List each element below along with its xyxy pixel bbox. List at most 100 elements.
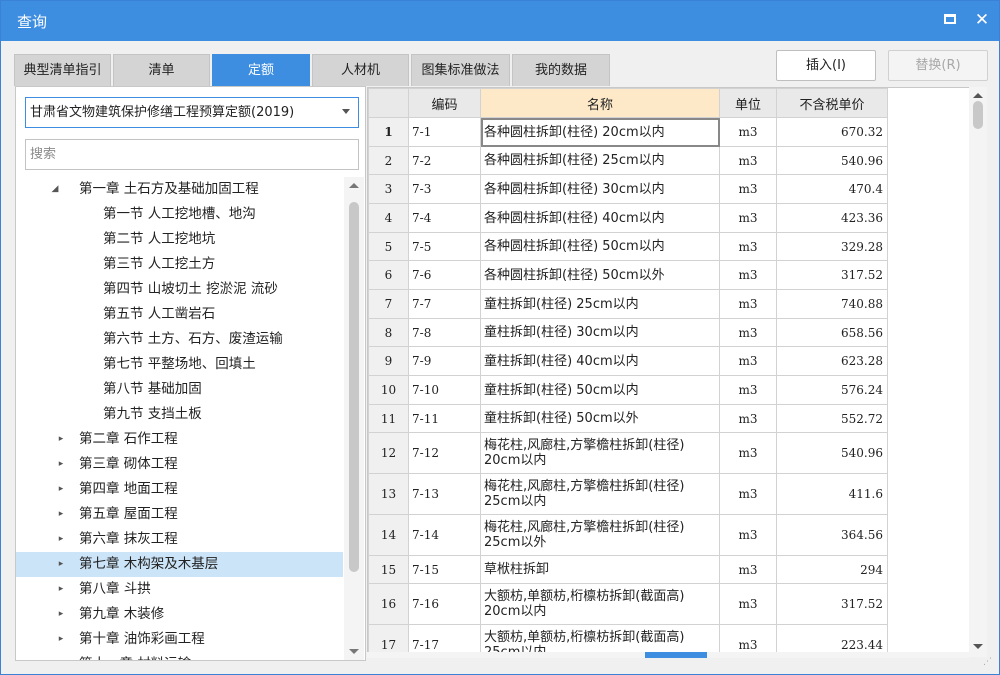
tree-node-section[interactable]: 第四节 山坡切土 挖淤泥 流砂 xyxy=(16,277,343,302)
scroll-down-icon[interactable] xyxy=(349,649,359,654)
name-cell[interactable]: 童柱拆卸(柱径) 40cm以内 xyxy=(480,346,720,376)
price-cell[interactable]: 411.6 xyxy=(776,473,888,515)
unit-cell[interactable]: m3 xyxy=(719,432,777,474)
price-column-header[interactable]: 不含税单价 xyxy=(776,88,888,118)
name-cell[interactable]: 梅花柱,风廊柱,方擎檐柱拆卸(柱径) 25cm以内 xyxy=(480,473,720,515)
tree-node-chapter-5[interactable]: ▸ 第五章 屋面工程 xyxy=(16,502,343,527)
unit-cell[interactable]: m3 xyxy=(719,555,777,584)
code-cell[interactable]: 7-5 xyxy=(408,232,481,261)
price-cell[interactable]: 329.28 xyxy=(776,232,888,261)
collapse-arrow-icon[interactable]: ◢ xyxy=(50,177,60,202)
insert-button[interactable]: 插入(I) xyxy=(776,50,876,81)
table-row[interactable]: 7 7-7 童柱拆卸(柱径) 25cm以内 m3 740.88 xyxy=(368,289,888,319)
name-cell[interactable]: 各种圆柱拆卸(柱径) 25cm以内 xyxy=(480,146,720,175)
scrollbar-thumb[interactable] xyxy=(973,101,983,129)
code-cell[interactable]: 7-2 xyxy=(408,146,481,175)
expand-arrow-icon[interactable]: ▸ xyxy=(56,627,66,652)
price-cell[interactable]: 294 xyxy=(776,555,888,584)
unit-cell[interactable]: m3 xyxy=(719,232,777,261)
replace-button[interactable]: 替换(R) xyxy=(888,50,988,81)
tree-node-chapter-3[interactable]: ▸ 第三章 砌体工程 xyxy=(16,452,343,477)
unit-cell[interactable]: m3 xyxy=(719,514,777,556)
expand-arrow-icon[interactable]: ▸ xyxy=(56,527,66,552)
unit-cell[interactable]: m3 xyxy=(719,260,777,290)
name-cell[interactable]: 梅花柱,风廊柱,方擎檐柱拆卸(柱径) 25cm以外 xyxy=(480,514,720,556)
code-cell[interactable]: 7-11 xyxy=(408,404,481,433)
code-column-header[interactable]: 编码 xyxy=(408,88,481,118)
tree-node-chapter-11[interactable]: ▸第十一章 材料运输 xyxy=(16,652,343,660)
price-cell[interactable]: 670.32 xyxy=(776,117,888,147)
price-cell[interactable]: 740.88 xyxy=(776,289,888,319)
tab-labor-material-machine[interactable]: 人材机 xyxy=(312,54,409,86)
name-cell[interactable]: 童柱拆卸(柱径) 50cm以内 xyxy=(480,375,720,405)
tree-node-chapter-6[interactable]: ▸ 第六章 抹灰工程 xyxy=(16,527,343,552)
name-cell[interactable]: 童柱拆卸(柱径) 50cm以外 xyxy=(480,404,720,433)
scrollbar-thumb[interactable] xyxy=(349,202,359,572)
tree-node-chapter-4[interactable]: ▸ 第四章 地面工程 xyxy=(16,477,343,502)
scroll-down-icon[interactable] xyxy=(973,644,983,649)
price-cell[interactable]: 470.4 xyxy=(776,174,888,204)
unit-cell[interactable]: m3 xyxy=(719,146,777,175)
table-row[interactable]: 1 7-1 各种圆柱拆卸(柱径) 20cm以内 m3 670.32 xyxy=(368,117,888,147)
tree-node-section[interactable]: 第五节 人工凿岩石 xyxy=(16,302,343,327)
code-cell[interactable]: 7-16 xyxy=(408,583,481,625)
price-cell[interactable]: 423.36 xyxy=(776,203,888,233)
price-cell[interactable]: 658.56 xyxy=(776,318,888,347)
code-cell[interactable]: 7-3 xyxy=(408,174,481,204)
tab-typical-bill-guide[interactable]: 典型清单指引 xyxy=(14,54,111,86)
tree-node-chapter-9[interactable]: ▸ 第九章 木装修 xyxy=(16,602,343,627)
price-cell[interactable]: 576.24 xyxy=(776,375,888,405)
name-cell[interactable]: 各种圆柱拆卸(柱径) 50cm以外 xyxy=(480,260,720,290)
name-column-header[interactable]: 名称 xyxy=(480,88,720,118)
code-cell[interactable]: 7-6 xyxy=(408,260,481,290)
expand-arrow-icon[interactable]: ▸ xyxy=(56,577,66,602)
table-row[interactable]: 5 7-5 各种圆柱拆卸(柱径) 50cm以内 m3 329.28 xyxy=(368,232,888,261)
name-cell[interactable]: 各种圆柱拆卸(柱径) 30cm以内 xyxy=(480,174,720,204)
unit-cell[interactable]: m3 xyxy=(719,174,777,204)
table-row[interactable]: 8 7-8 童柱拆卸(柱径) 30cm以内 m3 658.56 xyxy=(368,318,888,347)
table-row[interactable]: 14 7-14 梅花柱,风廊柱,方擎檐柱拆卸(柱径) 25cm以外 m3 364.56 xyxy=(368,514,888,556)
name-cell[interactable]: 梅花柱,风廊柱,方擎檐柱拆卸(柱径) 20cm以内 xyxy=(480,432,720,474)
name-cell[interactable]: 草栿柱拆卸 xyxy=(480,555,720,584)
tree-node-chapter-7[interactable]: ▸ 第七章 木构架及木基层 xyxy=(16,552,343,577)
price-cell[interactable]: 540.96 xyxy=(776,146,888,175)
unit-cell[interactable]: m3 xyxy=(719,318,777,347)
unit-column-header[interactable]: 单位 xyxy=(719,88,777,118)
price-cell[interactable]: 540.96 xyxy=(776,432,888,474)
close-icon[interactable]: ✕ xyxy=(971,9,993,31)
code-cell[interactable]: 7-1 xyxy=(408,117,481,147)
tree-node-chapter-2[interactable]: ▸ 第二章 石作工程 xyxy=(16,427,343,452)
unit-cell[interactable]: m3 xyxy=(719,346,777,376)
table-row[interactable]: 4 7-4 各种圆柱拆卸(柱径) 40cm以内 m3 423.36 xyxy=(368,203,888,233)
code-cell[interactable]: 7-12 xyxy=(408,432,481,474)
table-vertical-scrollbar[interactable] xyxy=(969,87,987,657)
expand-arrow-icon[interactable]: ▸ xyxy=(56,502,66,527)
unit-cell[interactable]: m3 xyxy=(719,583,777,625)
price-cell[interactable]: 364.56 xyxy=(776,514,888,556)
price-cell[interactable]: 552.72 xyxy=(776,404,888,433)
tree-node-section[interactable]: 第九节 支挡土板 xyxy=(16,402,343,427)
splitter-handle[interactable] xyxy=(645,652,707,658)
tab-bill[interactable]: 清单 xyxy=(113,54,210,86)
name-cell[interactable]: 各种圆柱拆卸(柱径) 50cm以内 xyxy=(480,232,720,261)
expand-arrow-icon[interactable]: ▸ xyxy=(56,652,66,660)
resize-grip-icon[interactable]: ⋰ xyxy=(983,657,997,671)
tree-node-section[interactable]: 第一节 人工挖地槽、地沟 xyxy=(16,202,343,227)
price-cell[interactable]: 317.52 xyxy=(776,260,888,290)
tab-atlas-standard[interactable]: 图集标准做法 xyxy=(411,54,510,86)
code-cell[interactable]: 7-4 xyxy=(408,203,481,233)
unit-cell[interactable]: m3 xyxy=(719,289,777,319)
table-row[interactable]: 13 7-13 梅花柱,风廊柱,方擎檐柱拆卸(柱径) 25cm以内 m3 411.6 xyxy=(368,473,888,515)
code-cell[interactable]: 7-13 xyxy=(408,473,481,515)
maximize-icon[interactable] xyxy=(939,9,961,31)
code-cell[interactable]: 7-9 xyxy=(408,346,481,376)
table-horizontal-scrollbar[interactable] xyxy=(367,652,969,658)
name-cell[interactable]: 各种圆柱拆卸(柱径) 40cm以内 xyxy=(480,203,720,233)
search-input[interactable] xyxy=(25,139,359,170)
table-row[interactable]: 10 7-10 童柱拆卸(柱径) 50cm以内 m3 576.24 xyxy=(368,375,888,405)
unit-cell[interactable]: m3 xyxy=(719,117,777,147)
expand-arrow-icon[interactable]: ▸ xyxy=(56,602,66,627)
tree-node-section[interactable]: 第六节 土方、石方、废渣运输 xyxy=(16,327,343,352)
price-cell[interactable]: 317.52 xyxy=(776,583,888,625)
unit-cell[interactable]: m3 xyxy=(719,375,777,405)
